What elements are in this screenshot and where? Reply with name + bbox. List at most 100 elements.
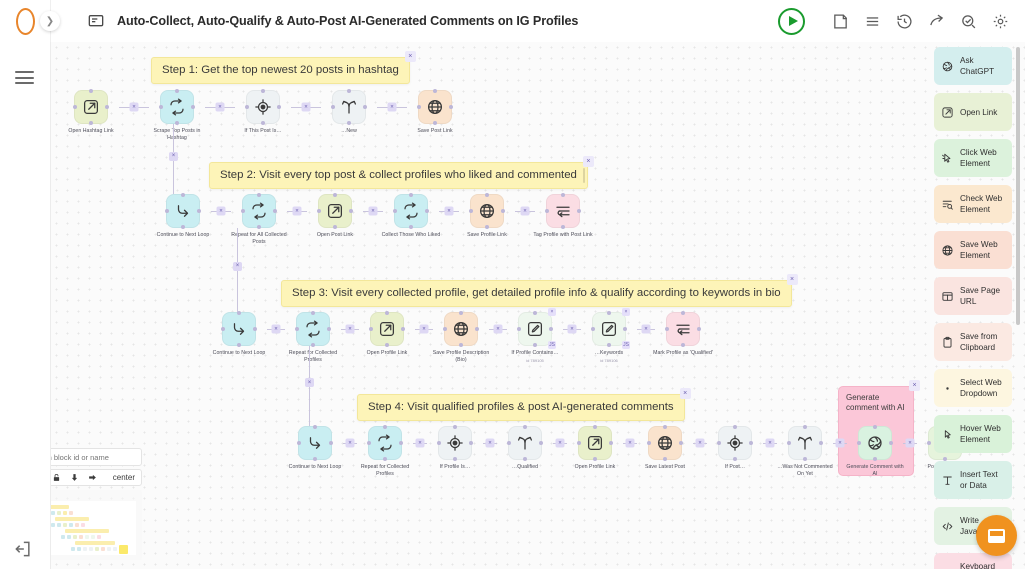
node-connector[interactable]: × [341,312,359,346]
node-connector[interactable]: × [489,312,507,346]
workflow-node[interactable]: Open Profile Link [567,425,623,471]
step-banner[interactable]: Step 3: Visit every collected profile, g… [281,274,798,307]
workflow-node[interactable]: Open Profile Link [359,311,415,357]
search-check-icon[interactable] [960,13,977,30]
action-item-hover-web-element[interactable]: Hover Web Element [934,415,1012,453]
step-banner[interactable]: Step 2: Visit every top post & collect p… [209,156,594,189]
node-connector[interactable]: × [833,426,847,460]
action-item-ask-chatgpt[interactable]: Ask ChatGPT [934,47,1012,85]
node-arrow-curve-icon[interactable] [297,425,333,461]
lock-icon[interactable] [52,473,61,482]
group-close-icon[interactable]: × [909,380,920,391]
arrow-right-icon[interactable] [88,473,97,482]
action-item-check-web-element[interactable]: Check Web Element [934,185,1012,223]
node-connector[interactable]: × [119,90,149,124]
node-open-link-icon[interactable] [73,89,109,125]
node-open-link-icon[interactable] [317,193,353,229]
banner-close-icon[interactable]: × [679,388,691,399]
actions-panel-scrollbar[interactable] [1016,47,1020,325]
workflow-node[interactable]: Open Hashtag Link [63,89,119,135]
chat-bubble-icon[interactable] [976,515,1017,556]
action-item-click-web-element[interactable]: Click Web Element [934,139,1012,177]
node-connector[interactable]: × [563,312,581,346]
node-repeat-icon[interactable] [159,89,195,125]
workflow-node[interactable]: Mark Profile as 'Qualified' [653,311,713,357]
node-connector[interactable]: × [515,194,535,228]
node-repeat-icon[interactable] [393,193,429,229]
workflow-node[interactable]: Repeat for Collected Profiles [357,425,413,478]
workflow-node[interactable]: If Post… [707,425,763,471]
node-close-icon[interactable]: × [622,308,630,316]
action-item-insert-text-or-data[interactable]: Insert Text or Data [934,461,1012,499]
hamburger-icon[interactable] [15,71,34,84]
node-repeat-icon[interactable] [295,311,331,347]
node-target-icon[interactable] [437,425,473,461]
node-connector[interactable]: × [415,312,433,346]
workflow-node[interactable]: Save Latest Post [637,425,693,471]
workflow-node[interactable]: If This Post Is… [235,89,291,135]
workflow-node[interactable]: Generate Comment with AI [846,425,904,478]
workflow-node[interactable]: Save Profile Description (Bio) [433,311,489,364]
node-connector[interactable]: × [343,426,357,460]
workflow-node[interactable]: …Was Not Commented On Yet [777,425,833,478]
loop-connector-knob[interactable]: × [169,151,178,161]
node-connector[interactable]: × [377,90,407,124]
node-tag-lines-icon[interactable] [665,311,701,347]
node-globe-icon[interactable] [647,425,683,461]
workflow-node[interactable]: Save Profile Link [459,193,515,239]
node-connector[interactable]: × [553,426,567,460]
step-banner[interactable]: Step 1: Get the top newest 20 posts in h… [151,51,416,84]
action-item-save-page-url[interactable]: Save Page URL [934,277,1012,315]
node-globe-icon[interactable] [443,311,479,347]
node-tag-lines-icon[interactable] [545,193,581,229]
node-connector[interactable]: × [439,194,459,228]
node-target-icon[interactable] [717,425,753,461]
workflow-node[interactable]: Collect Those Who Liked [382,193,440,239]
node-arrow-curve-icon[interactable] [221,311,257,347]
node-branch-icon[interactable] [331,89,367,125]
workflow-node[interactable]: Save Post Link [407,89,463,135]
node-repeat-icon[interactable] [241,193,277,229]
node-close-icon[interactable]: × [548,308,556,316]
workflow-node[interactable]: Scrape Top Posts in Hashtag [149,89,205,142]
run-button[interactable] [778,7,805,35]
node-connector[interactable]: × [291,90,321,124]
history-icon[interactable] [896,13,913,30]
step-banner[interactable]: Step 4: Visit qualified profiles & post … [357,388,691,421]
node-connector[interactable]: × [287,194,307,228]
workflow-node[interactable]: Continue to Next Loop [155,193,211,239]
node-connector[interactable]: × [363,194,383,228]
chevron-right-icon[interactable]: ❯ [40,11,60,31]
node-target-icon[interactable] [245,89,281,125]
workflow-node[interactable]: Continue to Next Loop [287,425,343,471]
node-repeat-icon[interactable] [367,425,403,461]
workflow-node[interactable]: Tag Profile with Post Link [533,193,593,239]
node-connector[interactable]: × [205,90,235,124]
node-connector[interactable]: × [267,312,285,346]
loop-connector-knob[interactable]: × [233,261,242,271]
action-item-open-link[interactable]: Open Link [934,93,1012,131]
share-icon[interactable] [928,13,945,30]
banner-close-icon[interactable]: × [582,156,594,167]
workflow-node[interactable]: JS × If Profile Contains… id 789105 [507,308,563,363]
node-open-link-icon[interactable] [369,311,405,347]
list-icon[interactable] [864,13,881,30]
node-chatgpt-icon[interactable] [857,425,893,461]
loop-connector-knob[interactable]: × [305,378,314,387]
gear-icon[interactable] [992,13,1009,30]
node-connector[interactable]: × [637,312,655,346]
banner-close-icon[interactable]: × [404,51,416,62]
action-item-save-from-clipboard[interactable]: Save from Clipboard [934,323,1012,361]
node-globe-icon[interactable] [417,89,453,125]
workflow-canvas[interactable]: Step 1: Get the top newest 20 posts in h… [51,42,1025,569]
banner-close-icon[interactable]: × [786,274,798,285]
workflow-node[interactable]: If Profile Is… [427,425,483,471]
node-connector[interactable]: × [211,194,231,228]
node-open-link-icon[interactable] [577,425,613,461]
workflow-node[interactable]: Repeat for All Collected Posts [231,193,287,246]
node-connector[interactable]: × [903,426,917,460]
node-edit-icon[interactable]: JS × [517,308,556,349]
arrow-down-icon[interactable] [70,473,79,482]
workflow-node[interactable]: Open Post Link [307,193,363,239]
workflow-node[interactable]: Repeat for Collected Profiles [285,311,341,364]
